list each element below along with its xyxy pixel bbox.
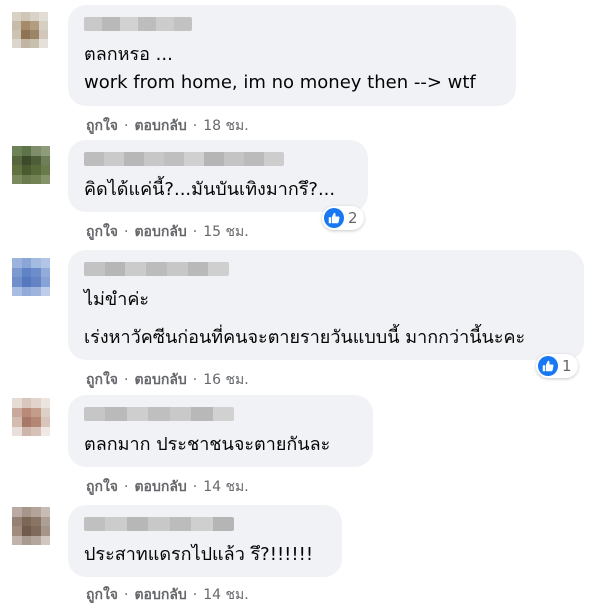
like-icon <box>324 208 344 228</box>
reaction-count[interactable]: 1 <box>536 354 578 378</box>
comment-text: ประสาทแดรกไปแล้ว รึ?!!!!!! <box>84 544 314 565</box>
reply-button[interactable]: ตอบกลับ <box>134 115 186 137</box>
timestamp[interactable]: 18 ชม. <box>203 115 248 137</box>
like-button[interactable]: ถูกใจ <box>86 476 118 498</box>
separator: · <box>124 118 129 134</box>
avatar[interactable] <box>12 258 50 296</box>
comment-bubble: ตลกมาก ประชาชนจะตายกันละ <box>68 395 373 467</box>
comment-text: work from home, im no money then --> wtf <box>84 72 476 93</box>
separator: · <box>124 479 129 495</box>
like-button[interactable]: ถูกใจ <box>86 369 118 391</box>
avatar[interactable] <box>12 398 50 436</box>
timestamp[interactable]: 15 ชม. <box>203 221 248 243</box>
comment-actions: ถูกใจ · ตอบกลับ · 14 ชม. <box>86 476 249 498</box>
timestamp[interactable]: 16 ชม. <box>203 369 248 391</box>
like-button[interactable]: ถูกใจ <box>86 115 118 137</box>
like-button[interactable]: ถูกใจ <box>86 584 118 606</box>
reaction-count[interactable]: 2 <box>322 206 364 230</box>
commenter-name-blurred[interactable] <box>84 152 284 166</box>
reaction-count-value: 1 <box>562 357 572 375</box>
timestamp[interactable]: 14 ชม. <box>203 584 248 606</box>
avatar[interactable] <box>12 507 50 545</box>
comment-bubble: คิดได้แค่นี้?...มันบันเทิงมากรึ?... <box>68 140 368 212</box>
reply-button[interactable]: ตอบกลับ <box>134 221 186 243</box>
reply-button[interactable]: ตอบกลับ <box>134 369 186 391</box>
comment-text: ไม่ขำค่ะ <box>84 289 150 310</box>
reply-button[interactable]: ตอบกลับ <box>134 584 186 606</box>
like-button[interactable]: ถูกใจ <box>86 221 118 243</box>
comment-actions: ถูกใจ · ตอบกลับ · 15 ชม. <box>86 221 249 243</box>
comment-actions: ถูกใจ · ตอบกลับ · 14 ชม. <box>86 584 249 606</box>
comment-bubble: ไม่ขำค่ะ เร่งหาวัคซีนก่อนที่คนจะตายรายวั… <box>68 250 584 360</box>
separator: · <box>124 587 129 603</box>
commenter-name-blurred[interactable] <box>84 407 234 421</box>
commenter-name-blurred[interactable] <box>84 517 234 531</box>
comment-actions: ถูกใจ · ตอบกลับ · 18 ชม. <box>86 115 249 137</box>
separator: · <box>192 224 198 240</box>
separator: · <box>192 479 198 495</box>
timestamp[interactable]: 14 ชม. <box>203 476 248 498</box>
commenter-name-blurred[interactable] <box>84 17 192 31</box>
comment-text: เร่งหาวัคซีนก่อนที่คนจะตายรายวันแบบนี้ ม… <box>84 327 526 348</box>
comment-text: คิดได้แค่นี้?...มันบันเทิงมากรึ?... <box>84 179 336 200</box>
like-icon <box>538 356 558 376</box>
comment-bubble: ตลกหรอ ... work from home, im no money t… <box>68 5 516 106</box>
reaction-count-value: 2 <box>348 209 358 227</box>
comment-bubble: ประสาทแดรกไปแล้ว รึ?!!!!!! <box>68 505 342 577</box>
separator: · <box>192 587 198 603</box>
separator: · <box>124 224 129 240</box>
comment-text: ตลกมาก ประชาชนจะตายกันละ <box>84 434 331 455</box>
commenter-name-blurred[interactable] <box>84 262 229 276</box>
separator: · <box>192 118 198 134</box>
comment-text: ตลกหรอ ... <box>84 44 173 65</box>
avatar[interactable] <box>12 146 50 184</box>
reply-button[interactable]: ตอบกลับ <box>134 476 186 498</box>
comment-actions: ถูกใจ · ตอบกลับ · 16 ชม. <box>86 369 249 391</box>
separator: · <box>192 372 198 388</box>
avatar[interactable] <box>12 12 48 48</box>
separator: · <box>124 372 129 388</box>
